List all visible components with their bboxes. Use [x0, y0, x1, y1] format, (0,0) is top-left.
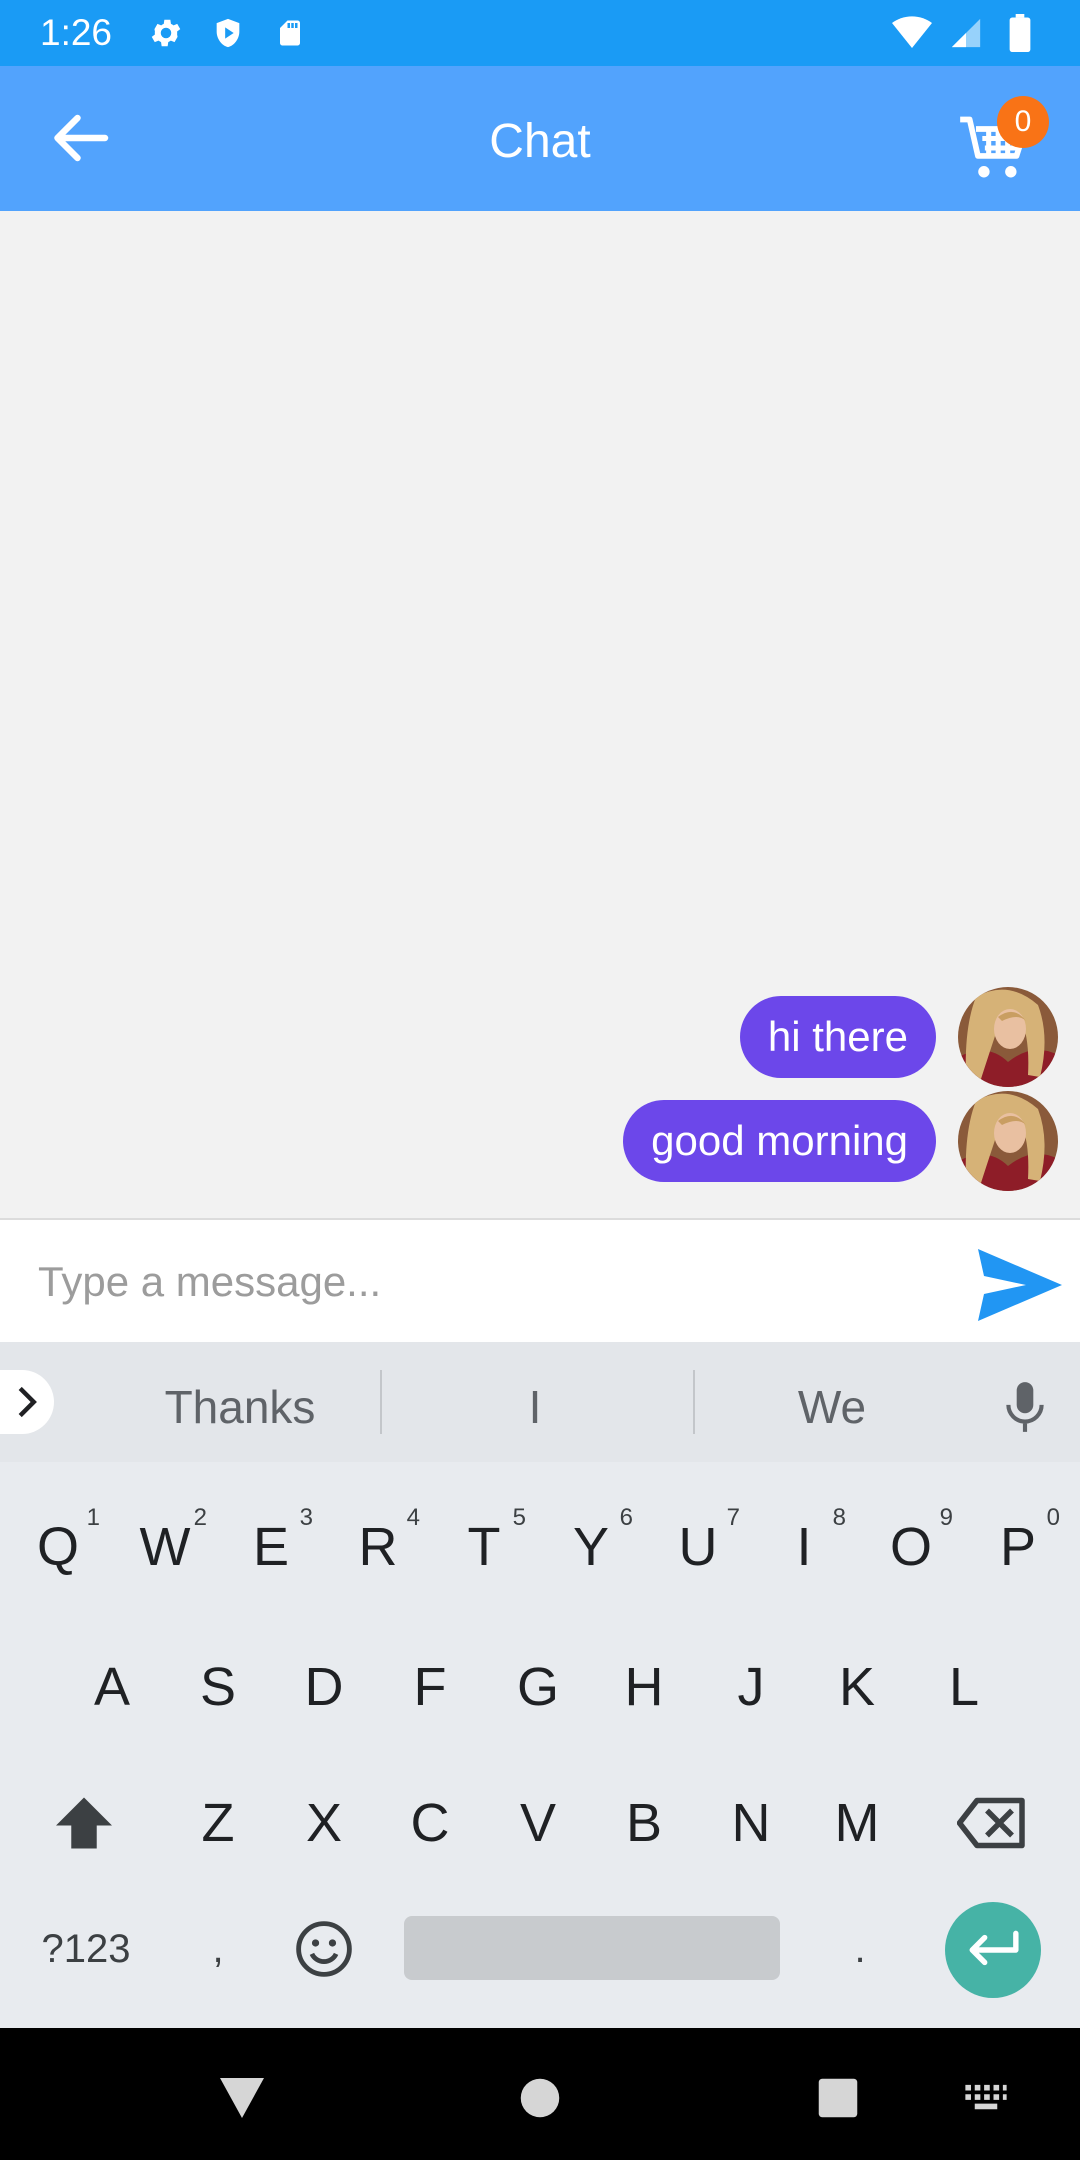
emoji-key[interactable]	[276, 1894, 372, 2004]
backspace-icon	[957, 1797, 1025, 1849]
chat-messages[interactable]: hi there good morning	[0, 211, 1080, 1218]
smiley-icon	[296, 1921, 352, 1977]
key-c[interactable]: C	[382, 1768, 478, 1878]
gear-icon	[146, 13, 186, 53]
key-e[interactable]: E3	[223, 1492, 319, 1602]
key-z[interactable]: Z	[170, 1768, 266, 1878]
key-y[interactable]: Y6	[543, 1492, 639, 1602]
shield-icon	[208, 13, 248, 53]
suggestion-item[interactable]: We	[702, 1380, 962, 1434]
avatar[interactable]	[958, 987, 1058, 1087]
symbols-key[interactable]: ?123	[36, 1894, 136, 2004]
key-w[interactable]: W2	[117, 1492, 213, 1602]
enter-icon	[969, 1930, 1019, 1966]
key-x[interactable]: X	[276, 1768, 372, 1878]
signal-icon	[946, 13, 986, 53]
nav-back-button[interactable]	[212, 2068, 272, 2128]
key-q[interactable]: Q1	[10, 1492, 106, 1602]
message-bubble[interactable]: good morning	[623, 1100, 936, 1182]
key-n[interactable]: N	[703, 1768, 799, 1878]
chevron-right-icon	[18, 1386, 37, 1418]
keyboard-switch-button[interactable]	[956, 2068, 1016, 2128]
key-l[interactable]: L	[916, 1632, 1012, 1742]
key-v[interactable]: V	[490, 1768, 586, 1878]
app-bar: Chat 0	[0, 66, 1080, 211]
key-d[interactable]: D	[276, 1632, 372, 1742]
circle-icon	[520, 2078, 560, 2118]
suggestion-strip: Thanks I We	[0, 1342, 1080, 1462]
backspace-key[interactable]	[944, 1768, 1040, 1878]
comma-key[interactable]: ,	[170, 1894, 266, 2004]
key-h[interactable]: H	[596, 1632, 692, 1742]
enter-key[interactable]	[945, 1902, 1041, 1998]
avatar[interactable]	[958, 1091, 1058, 1191]
key-o[interactable]: O9	[863, 1492, 959, 1602]
key-r[interactable]: R4	[330, 1492, 426, 1602]
suggestion-divider	[380, 1370, 382, 1434]
send-button[interactable]	[978, 1248, 1062, 1322]
send-icon	[978, 1249, 1062, 1321]
suggestion-item[interactable]: I	[405, 1380, 665, 1434]
message-row: hi there	[739, 987, 1058, 1087]
message-composer	[0, 1218, 1080, 1342]
suggestion-divider	[693, 1370, 695, 1434]
space-key[interactable]	[404, 1916, 780, 1980]
key-i[interactable]: I8	[756, 1492, 852, 1602]
suggestion-item[interactable]: Thanks	[110, 1380, 370, 1434]
cart-button[interactable]: 0	[955, 96, 1055, 186]
status-time: 1:26	[40, 12, 113, 53]
square-icon	[818, 2078, 858, 2118]
status-bar: 1:26	[0, 0, 1080, 66]
voice-input-button[interactable]	[1000, 1380, 1050, 1434]
key-m[interactable]: M	[809, 1768, 905, 1878]
sd-card-icon	[270, 13, 310, 53]
nav-home-button[interactable]	[510, 2068, 570, 2128]
key-s[interactable]: S	[170, 1632, 266, 1742]
microphone-icon	[1006, 1382, 1044, 1432]
cart-count-badge: 0	[997, 96, 1049, 148]
period-key[interactable]: .	[812, 1894, 908, 2004]
keyboard-icon	[965, 2084, 1007, 2110]
key-p[interactable]: P0	[970, 1492, 1066, 1602]
message-input[interactable]	[38, 1250, 938, 1314]
key-u[interactable]: U7	[650, 1492, 746, 1602]
key-t[interactable]: T5	[436, 1492, 532, 1602]
message-bubble[interactable]: hi there	[739, 996, 936, 1078]
key-f[interactable]: F	[382, 1632, 478, 1742]
shift-icon	[56, 1797, 112, 1849]
page-title: Chat	[489, 115, 591, 168]
shift-key[interactable]	[36, 1768, 132, 1878]
triangle-down-icon	[220, 2078, 264, 2118]
key-k[interactable]: K	[809, 1632, 905, 1742]
system-nav-bar	[0, 2028, 1080, 2160]
nav-recents-button[interactable]	[808, 2068, 868, 2128]
key-a[interactable]: A	[64, 1632, 160, 1742]
wifi-icon	[892, 13, 932, 53]
key-b[interactable]: B	[596, 1768, 692, 1878]
on-screen-keyboard: Thanks I We Q1 W2 E3 R4 T5 Y6 U7 I8 O9 P…	[0, 1342, 1080, 2028]
expand-toolbar-button[interactable]	[0, 1370, 54, 1434]
message-row: good morning	[623, 1091, 1058, 1191]
key-g[interactable]: G	[490, 1632, 586, 1742]
key-j[interactable]: J	[703, 1632, 799, 1742]
battery-icon	[1000, 13, 1040, 53]
